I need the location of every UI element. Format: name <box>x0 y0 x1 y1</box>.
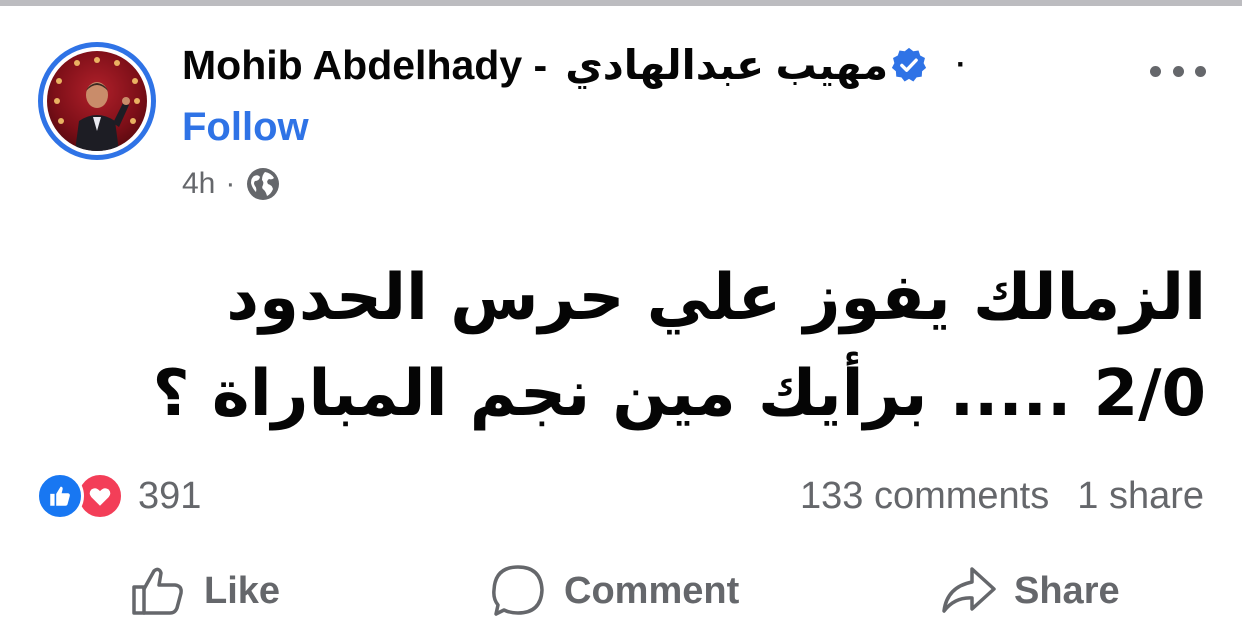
more-dot <box>1195 65 1206 77</box>
action-bar: Like Comment Share <box>0 556 1242 626</box>
thumbs-up-icon <box>132 567 183 615</box>
comment-button[interactable]: Comment <box>488 556 739 626</box>
like-label: Like <box>204 569 281 612</box>
globe-icon[interactable] <box>245 166 281 202</box>
like-reaction-icon <box>36 472 84 520</box>
verified-badge-icon <box>892 47 927 82</box>
share-label: Share <box>1014 569 1120 612</box>
comment-bubble-icon <box>492 565 544 616</box>
post-text: الزمالك يفوز علي حرس الحدود 2/0 ..... بر… <box>60 250 1207 442</box>
name-dot-separator: · <box>956 48 967 81</box>
author-name-line: Mohib Abdelhady - مهيب عبدالهادي · <box>182 40 966 90</box>
person-photo-icon <box>54 57 140 151</box>
comments-count-link[interactable]: 133 comments <box>800 475 1049 518</box>
post-text-line: الزمالك يفوز علي حرس الحدود <box>226 261 1206 335</box>
like-button[interactable]: Like <box>128 556 280 626</box>
follow-button[interactable]: Follow <box>182 105 309 150</box>
comment-label: Comment <box>564 569 740 612</box>
post-time[interactable]: 4h <box>182 167 215 201</box>
engagement-stats: 133 comments 1 share <box>800 472 1204 520</box>
post-text-line: 2/0 ..... برأيك مين نجم المباراة ؟ <box>152 357 1207 431</box>
meta-separator: · <box>225 167 236 200</box>
more-dot <box>1150 65 1161 77</box>
more-dot <box>1172 65 1184 77</box>
post-meta: 4h · <box>182 164 281 204</box>
author-name-arabic[interactable]: مهيب عبدالهادي <box>565 41 888 89</box>
share-arrow-icon <box>942 567 996 613</box>
status-divider <box>0 0 1242 6</box>
more-options-button[interactable] <box>1150 56 1206 86</box>
reactions-summary[interactable]: 391 <box>36 472 201 520</box>
avatar[interactable] <box>38 42 156 160</box>
avatar-image <box>47 51 147 151</box>
shares-count-link[interactable]: 1 share <box>1077 475 1204 518</box>
reactions-count: 391 <box>138 474 202 517</box>
share-button[interactable]: Share <box>938 556 1120 626</box>
author-name[interactable]: Mohib Abdelhady - <box>182 42 547 89</box>
